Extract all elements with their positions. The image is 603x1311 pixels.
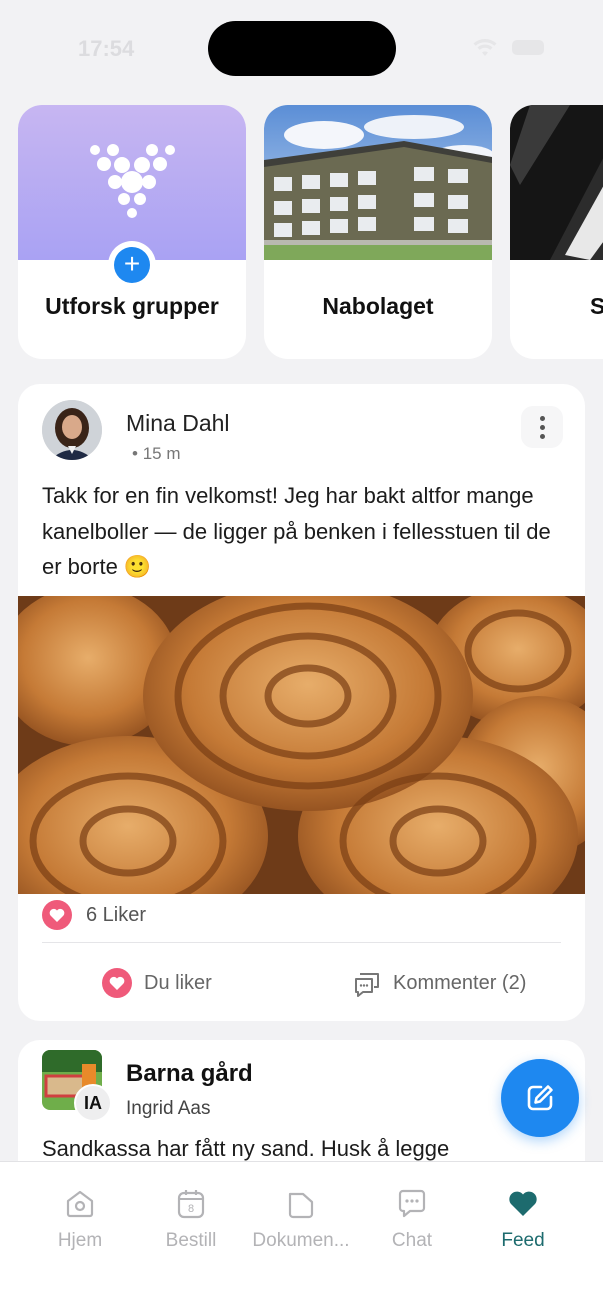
post-text: Sandkassa har fått ny sand. Husk å legge [42,1136,450,1161]
group-label: Nabolaget [322,293,434,319]
chat-icon [398,1189,426,1218]
add-group-button[interactable]: + [108,241,156,289]
svg-text:8: 8 [188,1203,194,1215]
post-time: • 15 m [132,444,181,463]
status-bar: 17:54 [0,0,603,96]
group-label: S [590,293,603,319]
author-avatar[interactable] [42,400,102,460]
edit-icon [527,1085,553,1111]
new-post-button[interactable] [501,1059,579,1137]
heart-icon [42,900,72,930]
more-options-button[interactable] [521,406,563,448]
plus-icon: + [114,247,150,283]
tab-label: Dokumen... [252,1230,350,1251]
groups-carousel[interactable]: + Utforsk grupper Nabolaget S [18,105,603,360]
group-image [510,105,603,260]
tab-bestill[interactable]: 8 Bestill [131,1182,251,1252]
likes-count: 6 Liker [86,904,147,926]
tab-label: Bestill [165,1230,217,1251]
tab-dokumenter[interactable]: Dokumen... [241,1182,361,1252]
post-author[interactable]: Ingrid Aas [126,1098,211,1120]
author-name[interactable]: Mina Dahl [126,410,230,437]
wifi-icon [473,39,497,56]
comment-icon [355,973,379,997]
group-image [264,105,492,260]
group-card-nabolaget[interactable]: Nabolaget [264,105,492,359]
explore-banner [18,105,246,260]
author-initials-avatar: IA [74,1084,112,1122]
tab-home[interactable]: Hjem [20,1182,140,1252]
dynamic-island [208,21,396,76]
group-card-third[interactable]: S [510,105,603,359]
tab-label: Feed [501,1230,545,1251]
post-group-title[interactable]: Barna gård [126,1060,253,1088]
brand-logo-icon [90,144,175,218]
group-label: Utforsk grupper [45,293,219,319]
battery-icon [512,40,544,55]
calendar-icon: 8 [177,1190,205,1219]
divider [42,942,561,943]
post-image[interactable] [18,596,585,894]
like-label: Du liker [144,972,212,994]
group-card-explore[interactable]: + Utforsk grupper [18,105,246,359]
post-text: Takk for en fin velkomst! Jeg har bakt a… [42,483,551,579]
bottom-tab-bar: Hjem 8 Bestill Dokumen... Chat Feed [0,1161,603,1311]
folder-icon [288,1192,314,1219]
status-time: 17:54 [78,36,135,61]
more-icon [540,416,545,421]
heart-icon [102,968,132,998]
tab-feed[interactable]: Feed [463,1182,583,1252]
post-card: IA Barna gård Ingrid Aas Sandkassa har f… [18,1040,585,1180]
home-icon [66,1190,94,1218]
post-card: Mina Dahl • 15 m Takk for en fin velkoms… [18,384,585,1021]
tab-label: Hjem [57,1230,103,1251]
heart-icon [509,1191,537,1216]
tab-chat[interactable]: Chat [352,1182,472,1252]
comment-label: Kommenter (2) [393,972,527,994]
tab-label: Chat [391,1230,433,1251]
